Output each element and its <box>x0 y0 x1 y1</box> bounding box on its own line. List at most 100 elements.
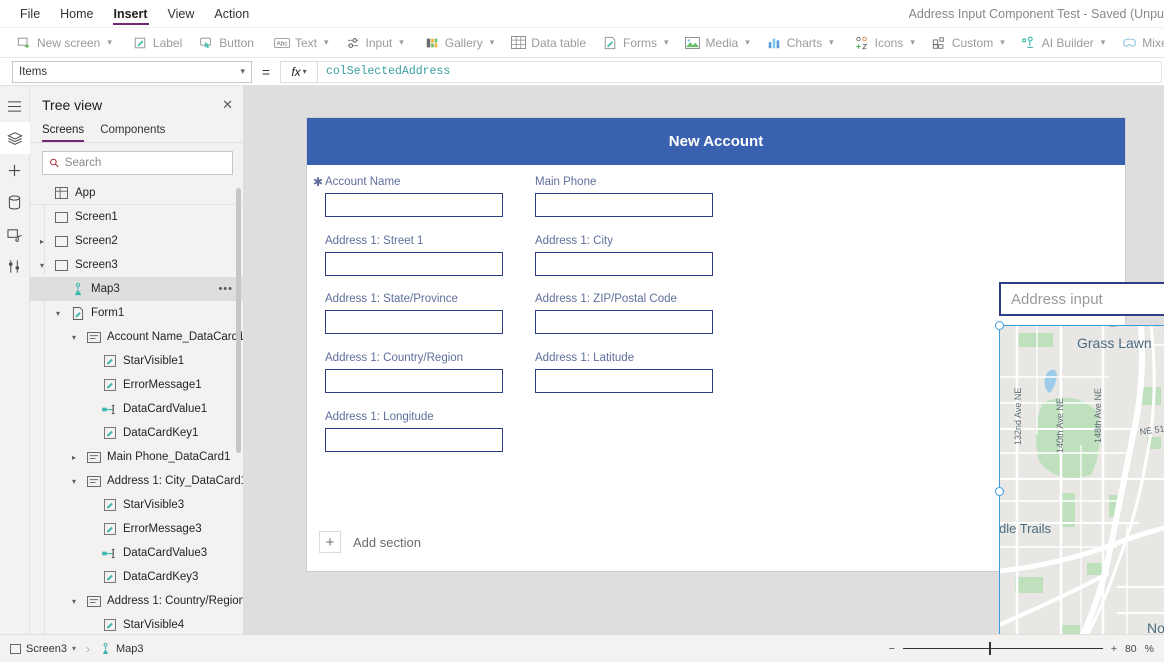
ribbon-new-screen[interactable]: New screen ▾ <box>8 30 120 56</box>
field-input[interactable] <box>325 252 503 276</box>
tree-item-datacardvalue3[interactable]: DataCardValue3 <box>30 541 243 565</box>
zoom-out-button[interactable]: − <box>889 643 895 655</box>
ribbon-data-table[interactable]: Data table <box>502 30 594 56</box>
tree-item-main-phone-datacard1[interactable]: ▸Main Phone_DataCard1 <box>30 445 243 469</box>
address-input[interactable]: Address input <box>999 282 1164 316</box>
field-label: Address 1: City <box>535 235 613 247</box>
zoom-in-button[interactable]: + <box>1111 643 1117 655</box>
ribbon-label: Custom <box>952 36 993 50</box>
menu-item-home[interactable]: Home <box>50 0 103 28</box>
ribbon-custom[interactable]: Custom ▾ <box>923 30 1013 56</box>
advanced-tools-icon[interactable] <box>0 250 30 282</box>
tab-screens[interactable]: Screens <box>42 120 84 142</box>
field-label: Main Phone <box>535 176 596 188</box>
tree-item-starvisible3[interactable]: StarVisible3 <box>30 493 243 517</box>
status-screen-chip[interactable]: Screen3 ▾ <box>10 643 76 655</box>
ribbon-media[interactable]: Media ▾ <box>677 30 758 56</box>
zoom-slider[interactable] <box>903 648 1103 649</box>
hamburger-icon[interactable] <box>0 90 30 122</box>
tree-item-starvisible1[interactable]: StarVisible1 <box>30 349 243 373</box>
tree-item-errormessage3[interactable]: ErrorMessage3 <box>30 517 243 541</box>
field-input[interactable] <box>535 310 713 334</box>
menu-item-file[interactable]: File <box>10 0 50 28</box>
ribbon-ai-builder[interactable]: AI Builder ▾ <box>1013 30 1114 56</box>
ribbon-icons[interactable]: Icons ▾ <box>846 30 923 56</box>
property-select[interactable]: Items ▾ <box>12 61 252 83</box>
menu-item-action[interactable]: Action <box>204 0 259 28</box>
ribbon-charts[interactable]: Charts ▾ <box>758 30 842 56</box>
tree-item-screen1[interactable]: Screen1 <box>30 205 243 229</box>
ribbon-input[interactable]: Input ▾ <box>337 30 412 56</box>
media-library-icon[interactable] <box>0 218 30 250</box>
tree-view-icon[interactable] <box>0 122 30 154</box>
tree-item-label: StarVisible1 <box>123 355 184 367</box>
ribbon-text[interactable]: Abc Text ▾ <box>266 30 337 56</box>
menu-item-view[interactable]: View <box>158 0 205 28</box>
tree-scrollbar[interactable] <box>236 188 241 453</box>
ribbon-mixed-reality[interactable]: Mixed Reality ▾ <box>1113 30 1164 56</box>
insert-icon[interactable] <box>0 154 30 186</box>
close-icon[interactable]: ✕ <box>222 97 233 113</box>
chevron-down-icon[interactable]: ▾ <box>68 333 80 342</box>
data-icon[interactable] <box>0 186 30 218</box>
textinput-icon <box>102 404 117 415</box>
tree-item-list: AppScreen1▸Screen2▾Screen3Map3•••▾Form1▾… <box>30 181 243 634</box>
field-input[interactable] <box>325 310 503 334</box>
form-header: New Account <box>307 118 1125 165</box>
tree-item-starvisible4[interactable]: StarVisible4 <box>30 613 243 634</box>
formula-input[interactable]: colSelectedAddress <box>318 61 1162 83</box>
label-icon <box>102 619 117 631</box>
zoom-slider-thumb[interactable] <box>989 642 991 655</box>
field-input[interactable] <box>535 252 713 276</box>
tree-item-datacardkey3[interactable]: DataCardKey3 <box>30 565 243 589</box>
ribbon-label: Text <box>295 36 317 50</box>
field-input[interactable] <box>325 428 503 452</box>
field-input[interactable] <box>325 369 503 393</box>
form-field-address-1-state-province: Address 1: State/Province <box>325 293 503 334</box>
add-icon[interactable]: + <box>319 531 341 553</box>
form-field-address-1-zip-postal-code: Address 1: ZIP/Postal Code <box>535 293 713 334</box>
ribbon-label-btn[interactable]: Label <box>124 30 190 56</box>
map-control[interactable]: Grass LawnCamptonAdelai132nd Ave NE140th… <box>999 325 1164 634</box>
tab-components[interactable]: Components <box>100 120 165 142</box>
tree-item-datacardkey1[interactable]: DataCardKey1 <box>30 421 243 445</box>
ribbon-forms[interactable]: Forms ▾ <box>594 30 677 56</box>
tree-item-more-icon[interactable]: ••• <box>218 283 233 295</box>
tree-item-screen3[interactable]: ▾Screen3 <box>30 253 243 277</box>
chevron-down-icon[interactable]: ▾ <box>68 597 80 606</box>
chevron-down-icon: ▾ <box>910 37 915 48</box>
forms-icon <box>602 35 618 51</box>
button-icon <box>198 35 214 51</box>
chevron-down-icon[interactable]: ▾ <box>52 309 64 318</box>
add-section[interactable]: + Add section <box>319 531 421 553</box>
chevron-down-icon[interactable]: ▾ <box>36 261 48 270</box>
tree-item-address-1-city-datacard1[interactable]: ▾Address 1: City_DataCard1 <box>30 469 243 493</box>
datacard-icon <box>86 452 101 463</box>
tree-item-errormessage1[interactable]: ErrorMessage1 <box>30 373 243 397</box>
field-input[interactable] <box>535 193 713 217</box>
status-bar: Screen3 ▾ › Map3 − + 80 % <box>0 634 1164 662</box>
tree-item-account-name-datacard1[interactable]: ▾Account Name_DataCard1 <box>30 325 243 349</box>
chevron-down-icon[interactable]: ▾ <box>72 644 76 653</box>
tree-item-app[interactable]: App <box>30 181 243 205</box>
app-canvas: New Account + Add section ✱Account NameM… <box>244 86 1164 634</box>
status-control-chip[interactable]: Map3 <box>100 643 144 655</box>
screen-icon <box>10 644 21 654</box>
tree-item-map3[interactable]: Map3••• <box>30 277 243 301</box>
chevron-right-icon[interactable]: ▸ <box>36 237 48 246</box>
ribbon-gallery[interactable]: Gallery ▾ <box>416 30 503 56</box>
chevron-right-icon[interactable]: ▸ <box>68 453 80 462</box>
tree-item-screen2[interactable]: ▸Screen2 <box>30 229 243 253</box>
field-input[interactable] <box>535 369 713 393</box>
tree-item-datacardvalue1[interactable]: DataCardValue1 <box>30 397 243 421</box>
tree-item-address-1-country-region-datacard[interactable]: ▾Address 1: Country/Region_DataCard <box>30 589 243 613</box>
tree-item-form1[interactable]: ▾Form1 <box>30 301 243 325</box>
status-screen-label: Screen3 <box>26 643 67 655</box>
fx-button[interactable]: fx ▾ <box>280 61 318 83</box>
ribbon-button-btn[interactable]: Button <box>190 30 262 56</box>
tree-item-label: DataCardValue1 <box>123 403 207 415</box>
chevron-down-icon[interactable]: ▾ <box>68 477 80 486</box>
menu-item-insert[interactable]: Insert <box>104 0 158 28</box>
field-input[interactable] <box>325 193 503 217</box>
search-input[interactable]: ⚲ Search <box>42 151 233 175</box>
